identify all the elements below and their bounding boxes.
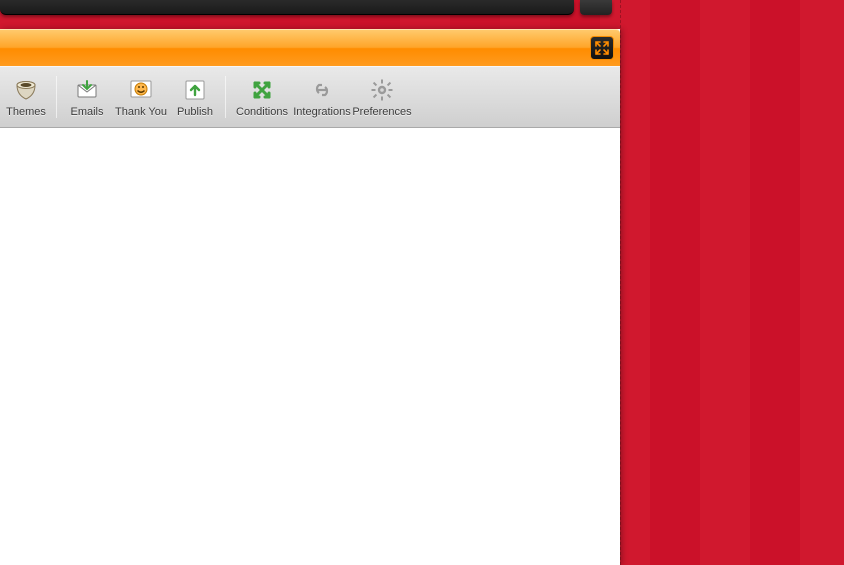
divider-dashed [620,0,621,565]
toolbar: Themes Emails [0,66,620,128]
themes-button[interactable]: Themes [2,68,50,126]
thankyou-icon [128,77,154,103]
conditions-button[interactable]: Conditions [232,68,292,126]
preferences-icon [369,77,395,103]
editor-panel: Themes Emails [0,29,620,565]
emails-label: Emails [70,106,103,118]
toolbar-separator [225,76,226,118]
integrations-button[interactable]: Integrations [292,68,352,126]
thankyou-label: Thank You [115,106,167,118]
canvas-area[interactable] [0,128,620,565]
emails-icon [74,77,100,103]
emails-button[interactable]: Emails [63,68,111,126]
preferences-button[interactable]: Preferences [352,68,412,126]
thankyou-button[interactable]: Thank You [111,68,171,126]
titlebar [0,29,620,66]
publish-label: Publish [177,106,213,118]
publish-icon [182,77,208,103]
top-dark-button[interactable] [580,0,612,15]
toolbar-separator [56,76,57,118]
publish-button[interactable]: Publish [171,68,219,126]
themes-icon [13,77,39,103]
integrations-icon [309,77,335,103]
expand-button[interactable] [590,36,614,60]
conditions-label: Conditions [236,106,288,118]
conditions-icon [249,77,275,103]
preferences-label: Preferences [352,106,411,118]
themes-label: Themes [6,106,46,118]
expand-icon [594,40,610,56]
top-dark-bar [0,0,574,15]
integrations-label: Integrations [293,106,350,118]
